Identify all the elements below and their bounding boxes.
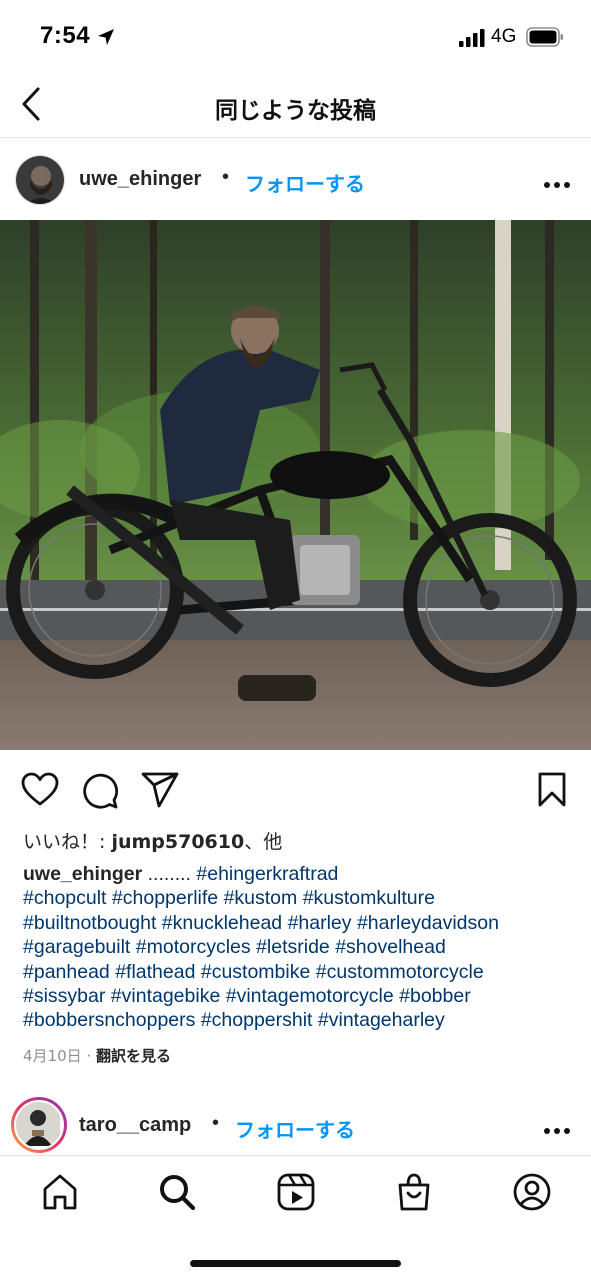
hashtag[interactable]: #panhead xyxy=(23,961,110,983)
separator-dot: • xyxy=(222,166,230,188)
likes-summary[interactable]: いいね！: jump570610、他 xyxy=(23,827,282,854)
like-button[interactable] xyxy=(20,770,60,810)
heart-icon xyxy=(21,772,59,806)
hashtag[interactable]: #builtnotbought xyxy=(23,912,156,934)
hashtag[interactable]: #choppershit xyxy=(201,1009,313,1031)
hashtag[interactable]: #bobbersnchoppers xyxy=(23,1009,195,1031)
caption-ellipsis: ........ xyxy=(142,863,197,885)
hashtag[interactable]: #kustom xyxy=(224,887,298,909)
hashtag[interactable]: #harleydavidson xyxy=(357,912,499,934)
motorcycle-photo xyxy=(0,220,591,750)
comment-icon xyxy=(83,773,119,809)
tab-reels[interactable] xyxy=(276,1172,316,1212)
page-title: 同じような投稿 xyxy=(215,98,376,124)
post-action-bar xyxy=(0,770,591,814)
status-bar: 7:54 4G xyxy=(0,0,591,72)
caption-username[interactable]: uwe_ehinger xyxy=(23,863,142,885)
hashtag[interactable]: #vintagebike xyxy=(111,985,221,1007)
likes-suffix: 、他 xyxy=(244,831,283,853)
hashtag[interactable]: #bobber xyxy=(399,985,471,1007)
hashtag[interactable]: #sissybar xyxy=(23,985,105,1007)
more-options-button[interactable] xyxy=(543,1122,571,1134)
hashtag[interactable]: #shovelhead xyxy=(335,936,446,958)
save-button[interactable] xyxy=(532,770,572,810)
top-navigation-bar: 同じような投稿 xyxy=(0,72,591,138)
shop-icon xyxy=(398,1173,430,1211)
home-icon xyxy=(43,1174,77,1210)
hashtag[interactable]: #custombike xyxy=(201,961,310,983)
share-button[interactable] xyxy=(140,770,180,810)
hashtag[interactable]: #letsride xyxy=(256,936,330,958)
tab-search[interactable] xyxy=(157,1172,197,1212)
hashtag[interactable]: #flathead xyxy=(115,961,195,983)
avatar-image xyxy=(16,156,64,204)
hashtag[interactable]: #harley xyxy=(288,912,352,934)
avatar[interactable] xyxy=(11,1097,67,1153)
more-horizontal-icon xyxy=(544,182,570,188)
bookmark-icon xyxy=(538,772,566,807)
tab-home[interactable] xyxy=(40,1172,80,1212)
more-horizontal-icon xyxy=(544,1128,570,1134)
next-post-username[interactable]: taro__camp xyxy=(79,1114,191,1137)
hashtag[interactable]: #chopperlife xyxy=(112,887,218,909)
translate-button[interactable]: 翻訳を見る xyxy=(96,1047,171,1065)
post-meta: 4月10日 · 翻訳を見る xyxy=(23,1045,171,1066)
location-arrow-icon xyxy=(98,29,114,45)
post-date: 4月10日 xyxy=(23,1047,82,1065)
paper-plane-icon xyxy=(141,772,179,808)
hashtag[interactable]: #custommotorcycle xyxy=(316,961,484,983)
meta-separator: · xyxy=(86,1047,92,1065)
reels-icon xyxy=(277,1173,315,1211)
comment-button[interactable] xyxy=(80,770,120,810)
next-post-header: taro__camp • フォローする xyxy=(0,1090,591,1160)
signal-strength-icon xyxy=(459,29,485,47)
status-time: 7:54 xyxy=(40,22,91,49)
hashtag[interactable]: #motorcycles xyxy=(136,936,251,958)
post-caption: uwe_ehinger ........ #ehingerkraftrad #c… xyxy=(23,862,573,1033)
post-username[interactable]: uwe_ehinger xyxy=(79,168,201,191)
post-image[interactable] xyxy=(0,220,591,750)
follow-button[interactable]: フォローする xyxy=(235,1114,355,1143)
likes-prefix: いいね！: xyxy=(23,831,112,853)
post-header: uwe_ehinger • フォローする xyxy=(0,140,591,220)
hashtag[interactable]: #knucklehead xyxy=(162,912,282,934)
likes-user[interactable]: jump570610 xyxy=(111,831,244,853)
profile-icon xyxy=(513,1173,551,1211)
hashtag[interactable]: #vintageharley xyxy=(318,1009,445,1031)
hashtag[interactable]: #garagebuilt xyxy=(23,936,130,958)
tab-shop[interactable] xyxy=(394,1172,434,1212)
network-type: 4G xyxy=(491,26,517,47)
follow-button[interactable]: フォローする xyxy=(245,168,365,197)
hashtag[interactable]: #chopcult xyxy=(23,887,106,909)
separator-dot: • xyxy=(212,1112,220,1134)
hashtag[interactable]: #vintagemotorcycle xyxy=(226,985,394,1007)
hashtag[interactable]: #ehingerkraftrad xyxy=(196,863,338,885)
hashtag[interactable]: #kustomkulture xyxy=(303,887,435,909)
more-options-button[interactable] xyxy=(543,176,571,188)
battery-icon xyxy=(526,27,563,47)
search-icon xyxy=(160,1175,196,1211)
home-indicator xyxy=(190,1260,401,1267)
avatar-image xyxy=(16,1102,60,1146)
tab-profile[interactable] xyxy=(512,1172,552,1212)
avatar[interactable] xyxy=(15,155,65,205)
